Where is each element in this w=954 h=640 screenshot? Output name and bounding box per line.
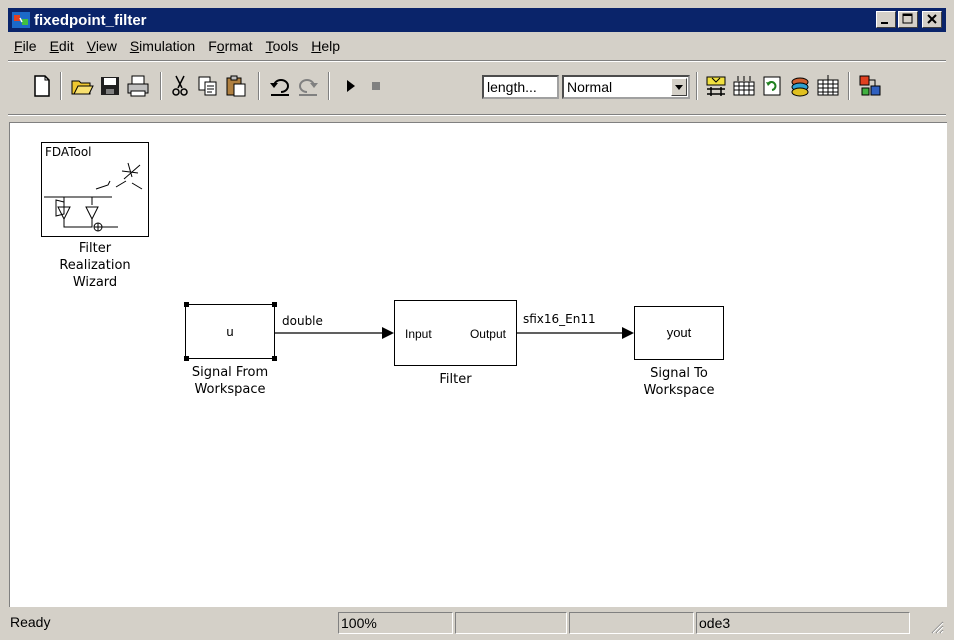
arrowhead-icon xyxy=(382,327,394,339)
save-icon[interactable] xyxy=(98,74,122,98)
open-folder-icon[interactable] xyxy=(70,74,94,98)
model-canvas[interactable]: FDATool Filter Realization Wizard u Sign… xyxy=(9,122,947,607)
toolbar: length... Normal xyxy=(8,62,946,112)
signal-label-sfix[interactable]: sfix16_En11 xyxy=(523,312,596,326)
signal-lines xyxy=(275,327,634,339)
menu-help[interactable]: Help xyxy=(305,38,347,54)
window-title: fixedpoint_filter xyxy=(34,11,147,29)
close-button[interactable] xyxy=(922,11,942,28)
copy-icon[interactable] xyxy=(196,74,220,98)
paste-icon[interactable] xyxy=(224,74,248,98)
menu-bar: File Edit View Simulation Format Tools H… xyxy=(8,33,946,59)
toolbar-separator xyxy=(8,114,946,116)
refresh-icon[interactable] xyxy=(760,74,784,98)
status-state: Ready xyxy=(10,614,51,630)
start-simulation-icon[interactable] xyxy=(338,74,362,98)
undo-icon[interactable] xyxy=(268,74,292,98)
menu-edit[interactable]: Edit xyxy=(44,38,81,54)
title-bar[interactable]: fixedpoint_filter xyxy=(8,8,946,32)
menu-simulation[interactable]: Simulation xyxy=(124,38,202,54)
debugger-icon[interactable] xyxy=(816,74,840,98)
chevron-down-icon[interactable] xyxy=(671,78,687,96)
simulation-mode-value: Normal xyxy=(567,79,613,95)
menu-view[interactable]: View xyxy=(81,38,124,54)
minimize-button[interactable] xyxy=(876,11,896,28)
new-model-icon[interactable] xyxy=(30,74,54,98)
simulink-window: fixedpoint_filter File Edit View Simulat… xyxy=(0,0,954,640)
minimize-icon xyxy=(881,22,888,24)
status-empty-1 xyxy=(455,612,567,634)
simulation-mode-select[interactable]: Normal xyxy=(562,75,690,99)
resize-grip-icon[interactable] xyxy=(930,620,944,634)
print-icon[interactable] xyxy=(126,74,150,98)
status-solver: ode3 xyxy=(696,612,910,634)
menu-format[interactable]: Format xyxy=(202,38,259,54)
status-empty-2 xyxy=(569,612,694,634)
simulink-app-icon xyxy=(12,12,30,28)
simulink-library-icon[interactable] xyxy=(858,74,882,98)
status-bar: Ready 100% ode3 xyxy=(8,610,946,636)
stop-simulation-icon[interactable] xyxy=(364,74,388,98)
library-browser-icon[interactable] xyxy=(732,74,756,98)
stop-time-field[interactable]: length... xyxy=(482,75,559,99)
redo-icon[interactable] xyxy=(296,74,320,98)
signal-label-double[interactable]: double xyxy=(282,314,323,328)
maximize-button[interactable] xyxy=(898,11,918,28)
menu-tools[interactable]: Tools xyxy=(260,38,306,54)
menu-file[interactable]: File xyxy=(8,38,44,54)
arrowhead-icon xyxy=(622,327,634,339)
maximize-icon xyxy=(902,13,913,24)
build-icon[interactable] xyxy=(704,74,728,98)
status-zoom: 100% xyxy=(338,612,453,634)
close-icon xyxy=(927,14,937,24)
cut-icon[interactable] xyxy=(168,74,192,98)
model-explorer-icon[interactable] xyxy=(788,74,812,98)
